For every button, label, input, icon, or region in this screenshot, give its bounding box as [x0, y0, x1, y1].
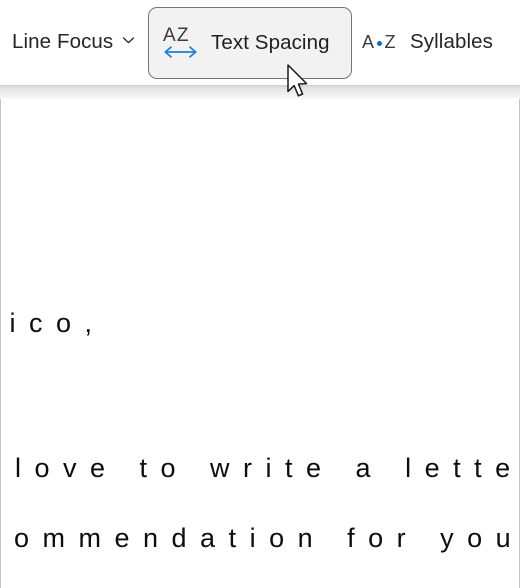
reading-preferences-toolbar: Line Focus AZ Text Spacing A Z Syllables	[0, 0, 520, 85]
toolbar-separator	[0, 85, 520, 99]
toolbar-item-text-spacing[interactable]: AZ Text Spacing	[148, 7, 352, 79]
text-spacing-icon: AZ	[162, 26, 199, 60]
document-reading-pane[interactable]: rico, love to write a letter o commendat…	[0, 99, 520, 588]
syllables-label: Syllables	[410, 30, 493, 53]
immersive-reader-window: Line Focus AZ Text Spacing A Z Syllables…	[0, 0, 520, 588]
line-focus-label: Line Focus	[12, 30, 114, 53]
text-spacing-label: Text Spacing	[211, 31, 330, 54]
syllables-icon-left-letter: A	[362, 32, 375, 52]
chevron-down-icon[interactable]	[122, 34, 135, 47]
syllables-icon: A Z	[362, 33, 396, 51]
document-text-line: commendation for you. Do	[0, 523, 519, 553]
document-text-line: rico,	[1, 308, 106, 338]
text-spacing-icon-letters: AZ	[163, 25, 190, 46]
syllables-icon-right-letter: Z	[384, 32, 397, 52]
document-text-line: love to write a letter o	[15, 453, 519, 483]
toolbar-item-syllables[interactable]: A Z Syllables	[362, 22, 493, 62]
syllables-icon-dot	[377, 40, 383, 46]
double-arrow-icon	[162, 44, 199, 65]
toolbar-item-line-focus[interactable]: Line Focus	[12, 22, 135, 62]
